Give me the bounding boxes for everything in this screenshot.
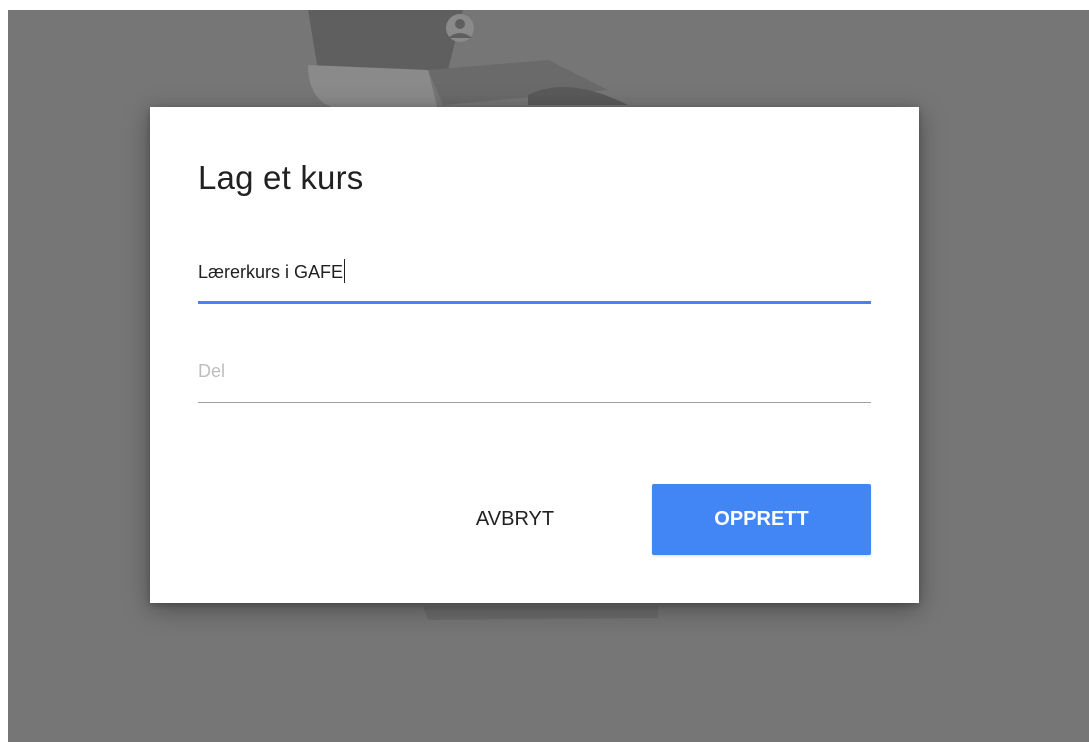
course-name-underline [198, 301, 871, 304]
text-cursor [344, 259, 346, 283]
course-name-input[interactable]: Lærerkurs i GAFE [198, 252, 871, 292]
modal-backdrop[interactable]: Lag et kurs Lærerkurs i GAFE Del AVBRYT … [8, 10, 1089, 742]
create-button[interactable]: OPPRETT [652, 484, 871, 555]
section-input[interactable]: Del [198, 351, 871, 391]
course-name-value: Lærerkurs i GAFE [198, 262, 344, 282]
cancel-button[interactable]: AVBRYT [440, 484, 590, 555]
create-course-dialog: Lag et kurs Lærerkurs i GAFE Del AVBRYT … [150, 107, 919, 603]
section-field[interactable]: Del [198, 351, 871, 403]
section-underline [198, 402, 871, 403]
course-name-field[interactable]: Lærerkurs i GAFE [198, 252, 871, 304]
dialog-title: Lag et kurs [198, 159, 364, 196]
